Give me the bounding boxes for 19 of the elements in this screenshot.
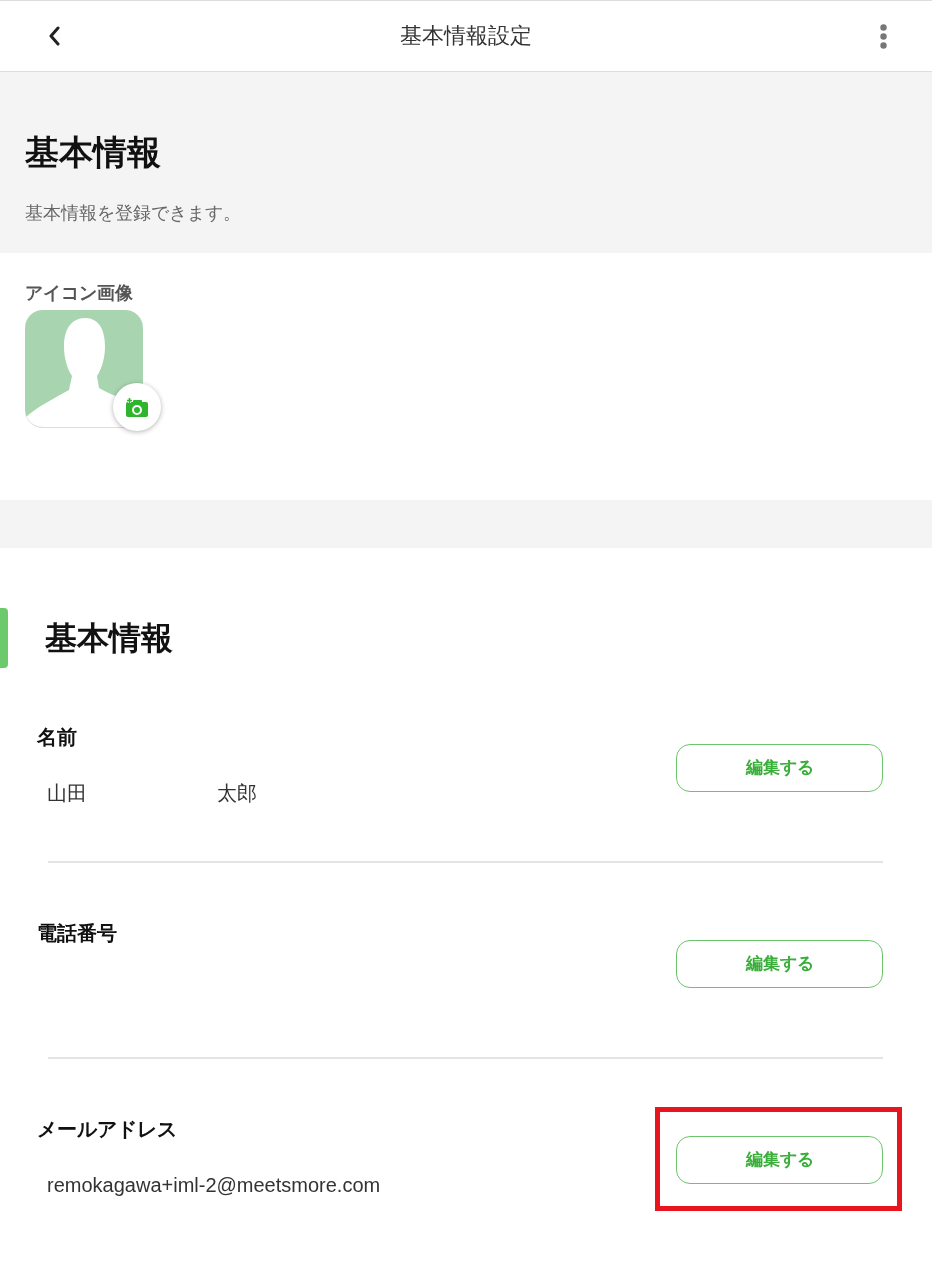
edit-button[interactable]: 編集する — [676, 940, 883, 988]
field-label: 名前 — [37, 725, 77, 750]
section-heading: 基本情報 — [45, 619, 173, 658]
field-label: アイコン画像 — [25, 282, 133, 305]
section-heading: 基本情報 — [25, 132, 161, 172]
field-label: 電話番号 — [37, 921, 117, 946]
edit-button[interactable]: 編集する — [676, 744, 883, 792]
field-value: remokagawa+iml-2@meetsmore.com — [47, 1173, 381, 1198]
field-value: 山田 — [47, 781, 88, 806]
camera-plus-icon — [126, 397, 148, 417]
field-label: メールアドレス — [37, 1117, 177, 1142]
accent-bar — [0, 608, 8, 668]
section-description: 基本情報を登録できます。 — [25, 202, 241, 225]
change-photo-button[interactable] — [113, 383, 161, 431]
field-value: 太郎 — [217, 781, 257, 806]
edit-button[interactable]: 編集する — [676, 1136, 883, 1184]
back-chevron-icon — [48, 26, 60, 46]
more-vertical-icon — [879, 23, 887, 49]
page-title: 基本情報設定 — [400, 22, 532, 50]
